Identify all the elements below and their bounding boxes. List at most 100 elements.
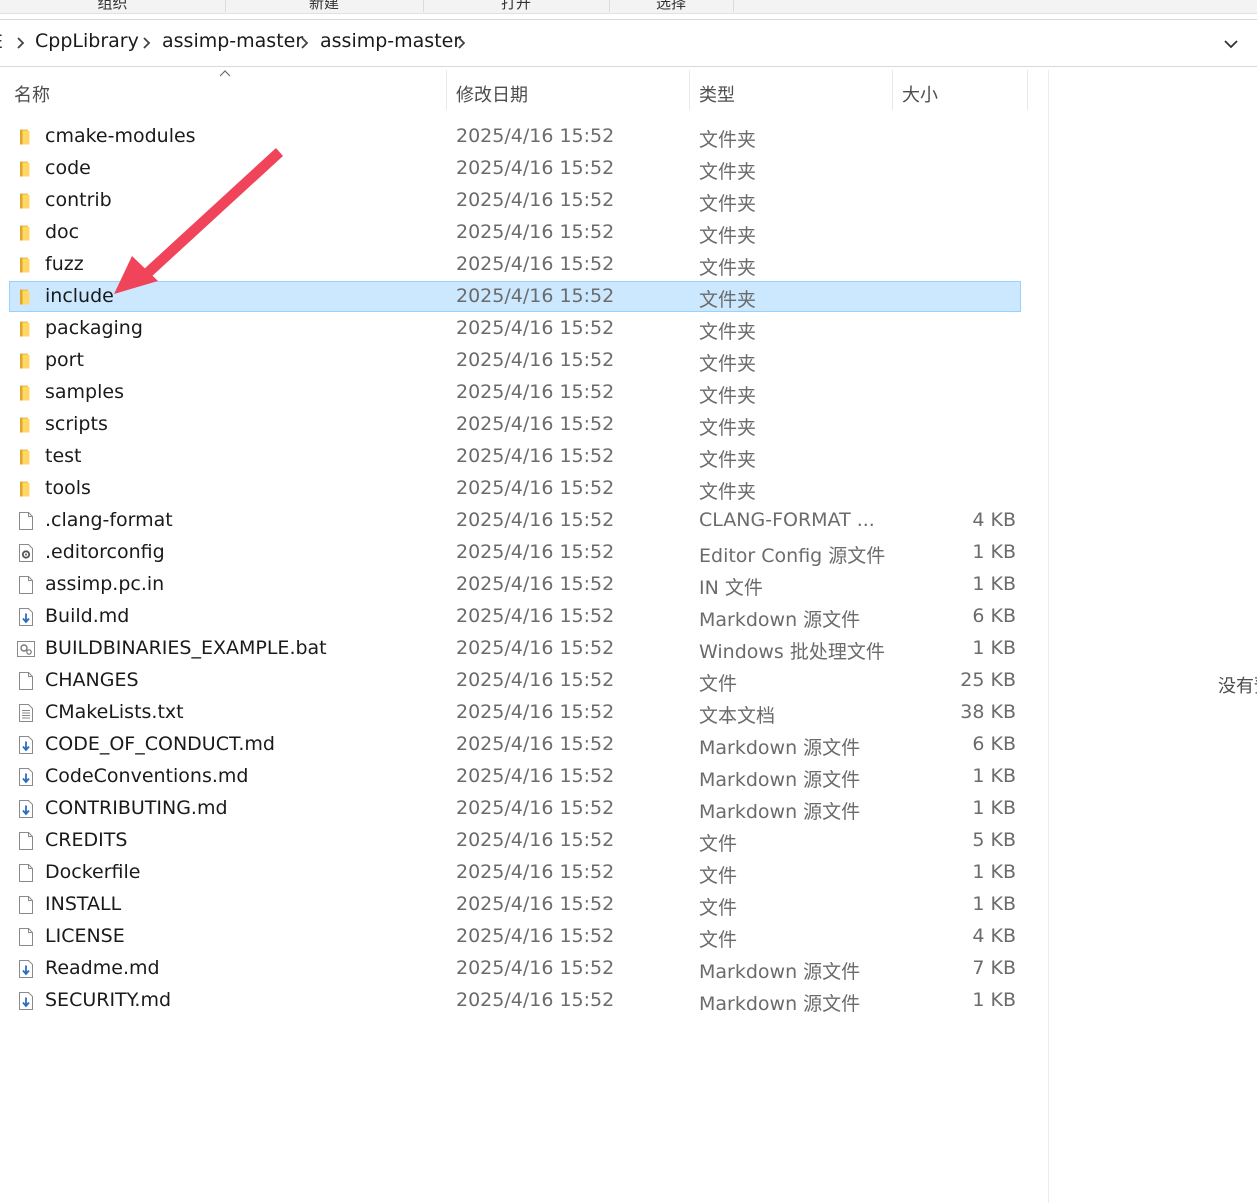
file-name[interactable]: .editorconfig [45,541,165,563]
chevron-right-icon[interactable] [296,33,314,53]
file-list-row[interactable]: BUILDBINARIES_EXAMPLE.bat 2025/4/16 15:52… [0,633,1030,665]
column-divider[interactable] [892,70,893,110]
breadcrumb-cpplibrary[interactable]: CppLibrary [35,30,139,52]
file-list-row[interactable]: test 2025/4/16 15:52 文件夹 [0,441,1030,473]
column-header-name[interactable]: 名称 [14,81,50,107]
file-list-row[interactable]: packaging 2025/4/16 15:52 文件夹 [0,313,1030,345]
column-divider[interactable] [1027,70,1028,110]
file-name[interactable]: assimp.pc.in [45,573,164,595]
file-name[interactable]: CMakeLists.txt [45,701,184,723]
file-name[interactable]: tools [45,477,91,499]
chevron-right-icon[interactable] [453,33,471,53]
breadcrumb-assimp-master-2[interactable]: assimp-master [320,30,461,52]
file-size: 1 KB [972,893,1016,915]
file-list-row[interactable]: CodeConventions.md 2025/4/16 15:52 Markdow… [0,761,1030,793]
column-divider[interactable] [689,70,690,110]
file-name[interactable]: Build.md [45,605,129,627]
file-type: 文件 [699,897,738,919]
file-list-row[interactable]: .editorconfig 2025/4/16 15:52 Editor Confi… [0,537,1030,569]
file-list-row[interactable]: Build.md 2025/4/16 15:52 Markdown 源文件 6 KB [0,601,1030,633]
file-type: 文件夹 [699,225,757,247]
file-list-row[interactable]: include 2025/4/16 15:52 文件夹 [0,281,1030,313]
file-name[interactable]: BUILDBINARIES_EXAMPLE.bat [45,637,327,659]
file-type: 文件夹 [699,449,757,471]
ribbon-tab-select[interactable]: 选择 [609,0,734,12]
file-name[interactable]: Readme.md [45,957,160,979]
file-list-row[interactable]: scripts 2025/4/16 15:52 文件夹 [0,409,1030,441]
folder-icon [16,159,36,179]
file-list-row[interactable]: doc 2025/4/16 15:52 文件夹 [0,217,1030,249]
preview-pane-message: 没有预 [1218,676,1257,697]
file-list-row[interactable]: contrib 2025/4/16 15:52 文件夹 [0,185,1030,217]
file-list-row[interactable]: cmake-modules 2025/4/16 15:52 文件夹 [0,121,1030,153]
file-date: 2025/4/16 15:52 [456,445,615,467]
file-list-row[interactable]: code 2025/4/16 15:52 文件夹 [0,153,1030,185]
file-list-row[interactable]: CREDITS 2025/4/16 15:52 文件 5 KB [0,825,1030,857]
file-name[interactable]: scripts [45,413,108,435]
file-list-row[interactable]: SECURITY.md 2025/4/16 15:52 Markdown 源文件 1 … [0,985,1030,1017]
file-list-row[interactable]: samples 2025/4/16 15:52 文件夹 [0,377,1030,409]
file-name[interactable]: INSTALL [45,893,121,915]
ribbon-tab-label: 选择 [655,0,686,12]
file-list-row[interactable]: Readme.md 2025/4/16 15:52 Markdown 源文件 7 KB [0,953,1030,985]
column-header-date[interactable]: 修改日期 [456,81,528,107]
address-bar[interactable]: E CppLibrary assimp-master assimp-master [0,19,1257,67]
file-list-row[interactable]: Dockerfile 2025/4/16 15:52 文件 1 KB [0,857,1030,889]
folder-icon [16,479,36,499]
file-name[interactable]: port [45,349,84,371]
file-list-row[interactable]: port 2025/4/16 15:52 文件夹 [0,345,1030,377]
file-name[interactable]: cmake-modules [45,125,196,147]
file-name[interactable]: test [45,445,82,467]
file-list-row[interactable]: .clang-format 2025/4/16 15:52 CLANG-FORMAT… [0,505,1030,537]
file-name[interactable]: packaging [45,317,143,339]
ribbon-tab-label: 新建 [308,0,339,12]
file-list-row[interactable]: fuzz 2025/4/16 15:52 文件夹 [0,249,1030,281]
file-name[interactable]: CONTRIBUTING.md [45,797,228,819]
file-name[interactable]: Dockerfile [45,861,140,883]
file-size: 25 KB [960,669,1016,691]
file-name[interactable]: CODE_OF_CONDUCT.md [45,733,275,755]
ribbon-tab-organize[interactable]: 组织 [0,0,226,12]
file-list-row[interactable]: CMakeLists.txt 2025/4/16 15:52 文本文档 38 KB [0,697,1030,729]
file-name[interactable]: samples [45,381,124,403]
file-name[interactable]: CodeConventions.md [45,765,248,787]
column-divider[interactable] [446,70,447,110]
file-name[interactable]: include [45,285,114,307]
file-list-row[interactable]: INSTALL 2025/4/16 15:52 文件 1 KB [0,889,1030,921]
file-size: 5 KB [972,829,1016,851]
file-name[interactable]: code [45,157,91,179]
file-name[interactable]: .clang-format [45,509,173,531]
file-list-row[interactable]: assimp.pc.in 2025/4/16 15:52 IN 文件 1 KB [0,569,1030,601]
file-name[interactable]: fuzz [45,253,84,275]
ribbon-tab-open[interactable]: 打开 [423,0,610,12]
file-name[interactable]: CHANGES [45,669,139,691]
file-name[interactable]: contrib [45,189,112,211]
chevron-right-icon[interactable] [12,33,30,53]
file-name[interactable]: doc [45,221,79,243]
file-type: 文件夹 [699,385,757,407]
file-name[interactable]: CREDITS [45,829,127,851]
file-date: 2025/4/16 15:52 [456,733,615,755]
file-name[interactable]: SECURITY.md [45,989,171,1011]
config-file-icon [16,543,36,563]
file-date: 2025/4/16 15:52 [456,637,615,659]
file-date: 2025/4/16 15:52 [456,381,615,403]
chevron-down-icon[interactable] [1218,32,1244,56]
ribbon: 组织 新建 打开 选择 [0,0,1257,14]
file-list-row[interactable]: CHANGES 2025/4/16 15:52 文件 25 KB [0,665,1030,697]
folder-icon [16,383,36,403]
file-date: 2025/4/16 15:52 [456,605,615,627]
chevron-right-icon[interactable] [138,33,156,53]
column-header-type[interactable]: 类型 [699,81,735,107]
preview-pane-divider[interactable] [1048,70,1049,1203]
file-icon [16,927,36,947]
file-list-row[interactable]: CODE_OF_CONDUCT.md 2025/4/16 15:52 Markdow… [0,729,1030,761]
column-header-size[interactable]: 大小 [902,81,938,107]
markdown-file-icon [16,767,36,787]
file-name[interactable]: LICENSE [45,925,125,947]
file-list-row[interactable]: LICENSE 2025/4/16 15:52 文件 4 KB [0,921,1030,953]
ribbon-tab-new[interactable]: 新建 [225,0,424,12]
breadcrumb-assimp-master-1[interactable]: assimp-master [162,30,303,52]
file-list-row[interactable]: CONTRIBUTING.md 2025/4/16 15:52 Markdown 源… [0,793,1030,825]
file-list-row[interactable]: tools 2025/4/16 15:52 文件夹 [0,473,1030,505]
